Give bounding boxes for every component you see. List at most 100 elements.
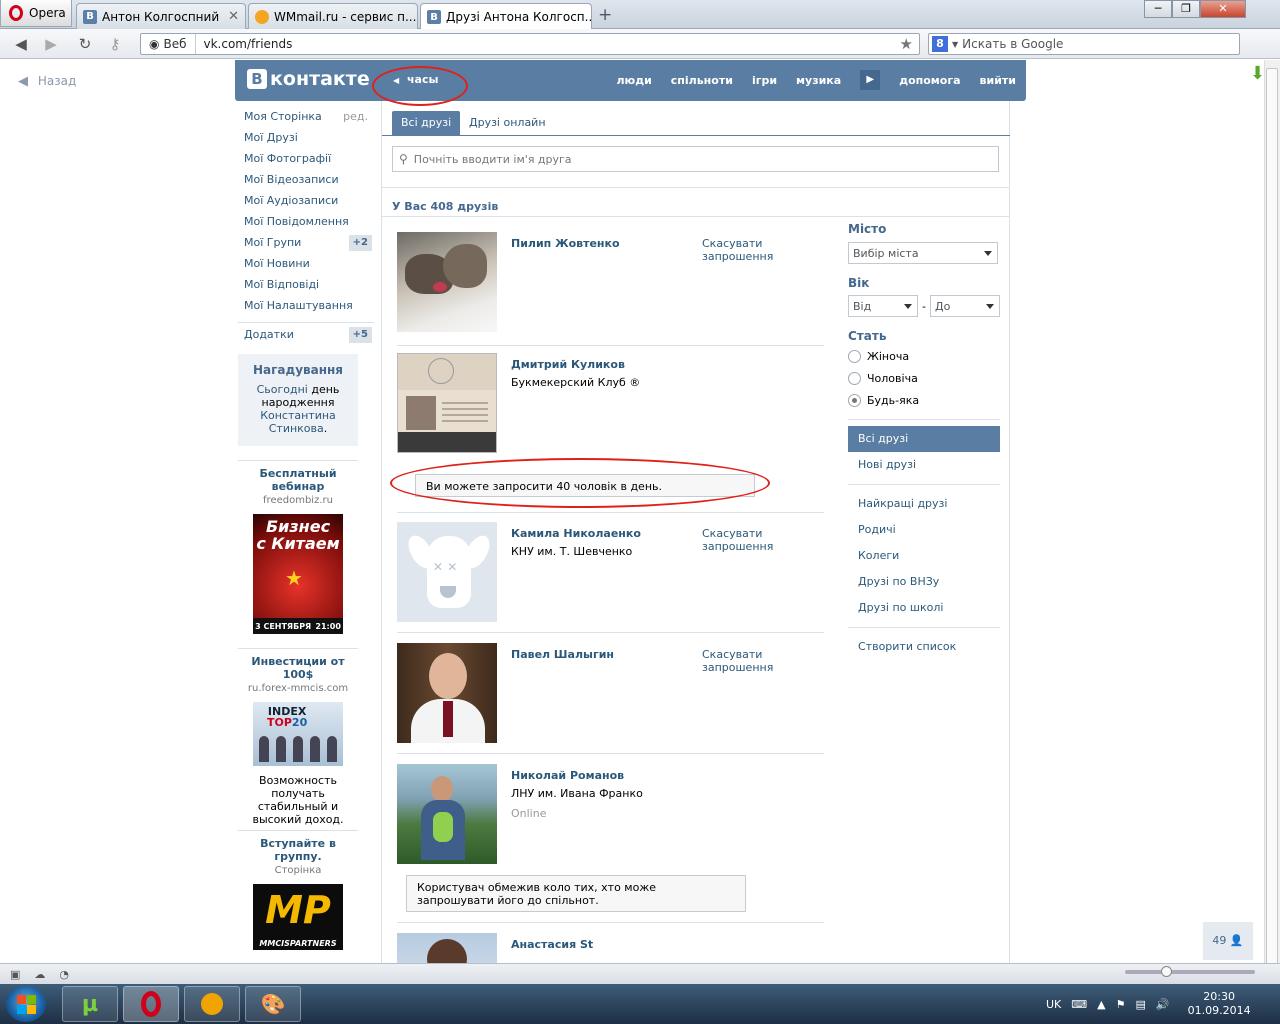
- list-all-friends[interactable]: Всі друзі: [848, 426, 1000, 452]
- cancel-invite-link[interactable]: Скасувати запрошення: [702, 648, 792, 674]
- site-info-badge[interactable]: ◉ Веб: [141, 34, 196, 54]
- chevron-up-icon[interactable]: ▲: [1097, 998, 1105, 1011]
- play-back-icon[interactable]: ◀: [393, 76, 399, 85]
- minimize-icon[interactable]: ─: [1144, 0, 1172, 18]
- paint-taskbar-icon[interactable]: 🎨: [245, 986, 301, 1022]
- friend-search-input[interactable]: ⚲ Почніть вводити ім'я друга: [392, 146, 999, 172]
- close-tab-icon[interactable]: ✕: [228, 9, 239, 24]
- ad-block[interactable]: Инвестиции от 100$ ru.forex-mmcis.com IN…: [238, 648, 358, 826]
- friend-name-link[interactable]: Пилип Жовтенко: [511, 237, 620, 250]
- menu-my-groups[interactable]: Мої Групи +2: [238, 235, 374, 257]
- key-icon[interactable]: ⚷: [106, 36, 124, 52]
- flag-icon[interactable]: ⚑: [1116, 998, 1126, 1011]
- tab-friends-online[interactable]: Друзі онлайн: [460, 111, 555, 135]
- age-to-select[interactable]: До: [929, 295, 1000, 317]
- forward-arrow-icon[interactable]: ▶: [42, 36, 60, 52]
- ad-block[interactable]: Бесплатный вебинар freedombiz.ru Бизнес …: [238, 460, 358, 634]
- list-school-friends[interactable]: Друзі по школі: [848, 595, 1000, 621]
- scrollbar-thumb[interactable]: [1266, 68, 1278, 964]
- ad-banner-image[interactable]: INDEX TOP20: [253, 702, 343, 766]
- start-button[interactable]: [6, 986, 46, 1022]
- bookmark-star-icon[interactable]: ★: [900, 35, 919, 53]
- utorrent-taskbar-icon[interactable]: µ: [62, 986, 118, 1022]
- default-avatar-icon[interactable]: ✕ ✕: [397, 522, 497, 622]
- keyboard-icon[interactable]: ⌨: [1071, 998, 1087, 1011]
- menu-apps[interactable]: Додатки +5: [238, 327, 374, 349]
- tab-all-friends[interactable]: Всі друзі: [392, 111, 461, 135]
- friend-avatar[interactable]: [397, 764, 497, 864]
- gender-male-radio[interactable]: Чоловіча: [848, 367, 1000, 389]
- nav-logout[interactable]: вийти: [980, 74, 1016, 87]
- restore-icon[interactable]: ❐: [1172, 0, 1200, 18]
- menu-my-news[interactable]: Мої Новини: [238, 257, 374, 278]
- menu-my-friends[interactable]: Мої Друзі: [238, 131, 374, 152]
- friend-avatar[interactable]: [397, 353, 497, 453]
- browser-tab[interactable]: WMmail.ru - сервис п... ✕: [248, 3, 418, 29]
- ad-block[interactable]: Вступайте в группу. Сторінка MP MMCISPAR…: [238, 830, 358, 950]
- friend-avatar[interactable]: [397, 643, 497, 743]
- search-field[interactable]: 8 ▼ Искать в Google: [928, 33, 1240, 55]
- clock[interactable]: 20:30 01.09.2014: [1188, 990, 1251, 1018]
- friend-name-link[interactable]: Анастасия St: [511, 938, 593, 951]
- browser-tab[interactable]: В Антон Колгоспний ✕: [76, 3, 246, 29]
- speed-dial-icon[interactable]: ◔: [59, 968, 69, 981]
- language-indicator[interactable]: UK: [1046, 998, 1061, 1011]
- list-best-friends[interactable]: Найкращі друзі: [848, 491, 1000, 517]
- menu-my-settings[interactable]: Мої Налаштування: [238, 299, 374, 320]
- zoom-slider[interactable]: [1125, 970, 1255, 974]
- nav-music[interactable]: музика: [796, 74, 841, 87]
- menu-my-audio[interactable]: Мої Аудіозаписи: [238, 194, 374, 215]
- create-list-link[interactable]: Створити список: [848, 634, 1000, 660]
- chevron-down-icon[interactable]: ▼: [952, 40, 958, 49]
- volume-icon[interactable]: 🔊: [1156, 998, 1170, 1011]
- audio-player-mini[interactable]: ◀ часы: [393, 73, 438, 86]
- cloud-icon[interactable]: ☁: [34, 968, 45, 981]
- friend-name-link[interactable]: Павел Шалыгин: [511, 648, 614, 661]
- browser-tab-active[interactable]: В Друзі Антона Колгосп... ✕: [420, 3, 592, 30]
- back-arrow-icon[interactable]: ◀: [12, 36, 30, 52]
- url-text[interactable]: vk.com/friends: [196, 37, 293, 51]
- online-friends-counter[interactable]: 49 👤: [1203, 922, 1253, 960]
- network-icon[interactable]: ▤: [1136, 998, 1146, 1011]
- cancel-invite-link[interactable]: Скасувати запрошення: [702, 527, 792, 553]
- ad-title[interactable]: Инвестиции от 100$: [238, 655, 358, 681]
- today-link[interactable]: Сьогодні: [257, 383, 308, 396]
- menu-my-answers[interactable]: Мої Відповіді: [238, 278, 374, 299]
- friend-name-link[interactable]: Дмитрий Куликов: [511, 358, 625, 371]
- ad-title[interactable]: Бесплатный вебинар: [238, 467, 358, 493]
- download-icon[interactable]: ⬇: [1250, 63, 1265, 84]
- menu-my-messages[interactable]: Мої Повідомлення: [238, 215, 374, 236]
- play-icon[interactable]: ▶: [860, 70, 881, 90]
- reload-icon[interactable]: ↻: [76, 36, 94, 52]
- ad-banner-image[interactable]: MP MMCISPARTNERS: [253, 884, 343, 950]
- menu-my-photos[interactable]: Мої Фотографії: [238, 152, 374, 173]
- media-player-taskbar-icon[interactable]: [184, 986, 240, 1022]
- list-relatives[interactable]: Родичі: [848, 517, 1000, 543]
- new-tab-icon[interactable]: +: [598, 5, 612, 25]
- friend-name-link[interactable]: Камила Николаенко: [511, 527, 641, 540]
- list-colleagues[interactable]: Колеги: [848, 543, 1000, 569]
- list-new-friends[interactable]: Нові друзі: [848, 452, 1000, 478]
- panel-toggle-icon[interactable]: ▣: [10, 968, 20, 981]
- back-link[interactable]: ◀ Назад: [18, 74, 76, 89]
- nav-communities[interactable]: спільноти: [671, 74, 733, 87]
- nav-help[interactable]: допомога: [899, 74, 960, 87]
- menu-my-page[interactable]: Моя Сторінка ред.: [238, 110, 374, 131]
- gender-any-radio[interactable]: Будь-яка: [848, 389, 1000, 411]
- opera-menu-button[interactable]: Opera: [0, 0, 72, 27]
- opera-taskbar-icon[interactable]: [123, 986, 179, 1022]
- cancel-invite-link[interactable]: Скасувати запрошення: [702, 237, 792, 263]
- address-bar[interactable]: ◉ Веб vk.com/friends ★: [140, 33, 920, 55]
- ad-title[interactable]: Вступайте в группу.: [238, 837, 358, 863]
- google-search-icon[interactable]: 8: [932, 36, 948, 52]
- friend-name-link[interactable]: Николай Романов: [511, 769, 624, 782]
- list-university-friends[interactable]: Друзі по ВНЗу: [848, 569, 1000, 595]
- nav-people[interactable]: люди: [616, 74, 651, 87]
- close-window-icon[interactable]: ✕: [1200, 0, 1246, 18]
- age-from-select[interactable]: Від: [848, 295, 918, 317]
- ad-banner-image[interactable]: Бизнес с Китаем ★ 3 СЕНТЯБРЯ 21:00: [253, 514, 343, 634]
- gender-female-radio[interactable]: Жіноча: [848, 345, 1000, 367]
- friend-avatar[interactable]: [397, 232, 497, 332]
- nav-games[interactable]: ігри: [752, 74, 777, 87]
- edit-link[interactable]: ред.: [343, 110, 368, 124]
